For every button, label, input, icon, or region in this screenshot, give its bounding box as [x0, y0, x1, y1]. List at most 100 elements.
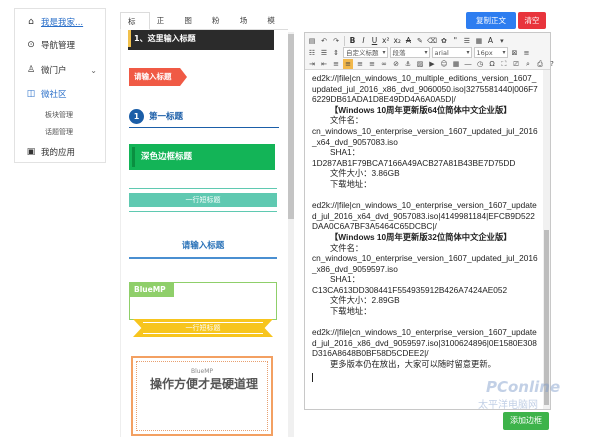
quote-button[interactable]: " — [451, 35, 460, 46]
subscript-button[interactable]: x₂ — [392, 35, 401, 46]
editor-line: ed2k://|file|cn_windows_10_enterprise_ve… — [312, 200, 537, 232]
search-replace-icon[interactable]: ⌕ — [523, 59, 533, 69]
editor-line: C13CA613DD308441F554935912B426A7424AE052 — [312, 284, 508, 295]
date-icon[interactable]: ◷ — [475, 59, 485, 69]
copy-body-button[interactable]: 复制正文 — [466, 12, 516, 29]
bottom-line — [129, 211, 277, 212]
sidebar-item-nav[interactable]: ⊙ 导航管理 — [15, 36, 105, 54]
style-label: 请输入标题 — [134, 72, 172, 81]
print-icon[interactable]: ⎙ — [535, 59, 545, 69]
image-icon[interactable]: ▨ — [415, 59, 425, 69]
special-char-icon[interactable]: Ω — [487, 59, 497, 69]
list-icon[interactable]: ☰ — [462, 36, 472, 46]
redo-icon[interactable]: ↷ — [331, 36, 341, 46]
table-icon[interactable]: ▦ — [451, 59, 461, 69]
paint-icon[interactable]: ✿ — [439, 36, 449, 46]
sidebar-item-apps[interactable]: ▣ 我的应用 — [15, 143, 105, 161]
editor-line: 更多版本仍在放出，大家可以随时留意更新。 — [330, 359, 496, 370]
toolbar-row-1: ▤ ↶ ↷ B I U x² x₂ A ✎ ⌫ ✿ " ☰ ▦ A ▾ — [307, 35, 507, 46]
source-code-icon[interactable]: ▤ — [307, 36, 317, 46]
align-center-icon[interactable]: ≡ — [343, 58, 353, 69]
sidebar-item-portal[interactable]: ♙ 微门户 ⌄ — [15, 61, 105, 79]
align-justify-icon[interactable]: ≡ — [367, 59, 377, 69]
editor-line: 【Windows 10周年更新版64位简体中文企业版】 — [330, 104, 512, 115]
style-green-box[interactable]: BlueMP — [129, 282, 277, 320]
style-yellow-ribbon[interactable]: 一行短标题 — [133, 319, 273, 339]
underline-button[interactable]: U — [370, 35, 379, 46]
preview-icon[interactable]: ⎚ — [511, 59, 521, 69]
unordered-list-icon[interactable]: ☰ — [319, 48, 329, 58]
style-dark-title[interactable]: 1、这里输入标题 — [128, 30, 274, 50]
ordered-list-icon[interactable]: ☷ — [307, 48, 317, 58]
rich-text-editor: ▤ ↶ ↷ B I U x² x₂ A ✎ ⌫ ✿ " ☰ ▦ A ▾ ☷ ☰ … — [304, 32, 554, 410]
tab-fans[interactable]: 粉粒 — [205, 12, 233, 42]
sidebar-item-community[interactable]: ◫ 微社区 — [15, 85, 105, 103]
editor-line: 下载地址： — [330, 178, 372, 189]
scroll-thumb[interactable] — [288, 34, 294, 219]
editor-line: 文件大小：3.86GB — [330, 168, 400, 179]
clear-button[interactable]: 清空 — [518, 12, 546, 29]
align-left-icon[interactable]: ≡ — [331, 59, 341, 69]
style-label: 深色边框标题 — [141, 152, 193, 162]
style-label: 第一标题 — [149, 112, 184, 122]
font-size-select[interactable]: 16px — [473, 47, 508, 58]
chat-icon: ◫ — [26, 89, 36, 99]
app-root: ⌂ 我是我家... ⊙ 导航管理 ♙ 微门户 ⌄ ◫ 微社区 板块管理 话题管理… — [0, 0, 600, 437]
brush-icon[interactable]: ✎ — [415, 36, 425, 46]
fullscreen-icon[interactable]: ⛶ — [499, 59, 509, 69]
editor-line: ed2k://|file|cn_windows_10_enterprise_ve… — [312, 327, 537, 359]
outdent-icon[interactable]: ⇤ — [319, 59, 329, 69]
sidebar-item-home[interactable]: ⌂ 我是我家... — [15, 13, 105, 31]
highlight-icon[interactable]: ▾ — [497, 36, 507, 46]
toolbar-row-3: ⇥ ⇤ ≡ ≡ ≡ ≡ ∞ ⊘ ⚓ ▨ ▶ ☺ ▦ ― ◷ Ω ⛶ ⎚ ⌕ ⎙ — [307, 58, 557, 69]
hr-icon[interactable]: ― — [463, 59, 473, 69]
eraser-icon[interactable]: ⌫ — [427, 36, 437, 46]
tab-template[interactable]: 模板 — [260, 12, 288, 42]
line-spacing-icon[interactable]: ⇕ — [331, 48, 341, 58]
sidebar-subitem-topic[interactable]: 话题管理 — [45, 127, 73, 137]
style-orange-frame[interactable]: BlueMP 操作方便才是硬道理 — [131, 356, 273, 436]
italic-button[interactable]: I — [359, 35, 368, 46]
emoji-icon[interactable]: ☺ — [439, 59, 449, 69]
editor-content[interactable]: ed2k://|file|cn_windows_10_multiple_edit… — [305, 70, 543, 409]
strikethrough-button[interactable]: A — [404, 35, 413, 46]
editor-toolbar: ▤ ↶ ↷ B I U x² x₂ A ✎ ⌫ ✿ " ☰ ▦ A ▾ ☷ ☰ … — [305, 33, 554, 70]
sidebar-subitem-board[interactable]: 板块管理 — [45, 110, 73, 120]
gallery-scrollbar[interactable] — [288, 32, 294, 437]
style-dark-border-title[interactable]: 深色边框标题 — [129, 144, 275, 170]
style-blue-underline-title[interactable]: 请输入标题 — [129, 233, 277, 261]
align-icon[interactable]: ≡ — [522, 48, 532, 58]
style-arrow-title[interactable]: 请输入标题 — [129, 68, 187, 86]
link-icon[interactable]: ∞ — [379, 59, 389, 69]
accent-bar — [128, 30, 131, 47]
style-teal-short-title[interactable]: 一行短标题 — [129, 188, 277, 212]
bold-button[interactable]: B — [348, 35, 357, 46]
tab-body[interactable]: 正文 — [150, 12, 178, 42]
tab-scene[interactable]: 场景 — [233, 12, 261, 42]
editor-scrollbar[interactable] — [543, 70, 550, 409]
anchor-icon[interactable]: ⚓ — [403, 59, 413, 69]
format-icon[interactable]: ▦ — [474, 36, 484, 46]
tab-image[interactable]: 图片 — [177, 12, 205, 42]
align-right-icon[interactable]: ≡ — [355, 59, 365, 69]
superscript-button[interactable]: x² — [381, 35, 390, 46]
tab-title[interactable]: 标题 — [120, 12, 150, 43]
help-icon[interactable]: ? — [547, 59, 557, 69]
clear-format-icon[interactable]: ⊠ — [510, 48, 520, 58]
font-family-select[interactable]: arial — [431, 47, 472, 58]
style-tabs: 标题 正文 图片 粉粒 场景 模板 — [120, 12, 288, 43]
custom-title-select[interactable]: 自定义标题 — [343, 47, 388, 58]
style-numbered-title[interactable]: 1 第一标题 — [129, 106, 279, 128]
unlink-icon[interactable]: ⊘ — [391, 59, 401, 69]
editor-line: cn_windows_10_enterprise_version_1607_up… — [312, 125, 538, 147]
video-icon[interactable]: ▶ — [427, 59, 437, 69]
toolbar-separator — [344, 35, 345, 46]
editor-line: 文件名： — [330, 242, 364, 253]
font-color-button[interactable]: A — [486, 35, 495, 46]
editor-line: SHA1： — [330, 147, 360, 158]
undo-icon[interactable]: ↶ — [319, 36, 329, 46]
editor-line: 【Windows 10周年更新版32位简体中文企业版】 — [330, 231, 512, 242]
indent-icon[interactable]: ⇥ — [307, 59, 317, 69]
toolbar-row-2: ☷ ☰ ⇕ 自定义标题 段落 arial 16px ⊠ ≡ — [307, 47, 532, 58]
paragraph-select[interactable]: 段落 — [389, 47, 430, 58]
